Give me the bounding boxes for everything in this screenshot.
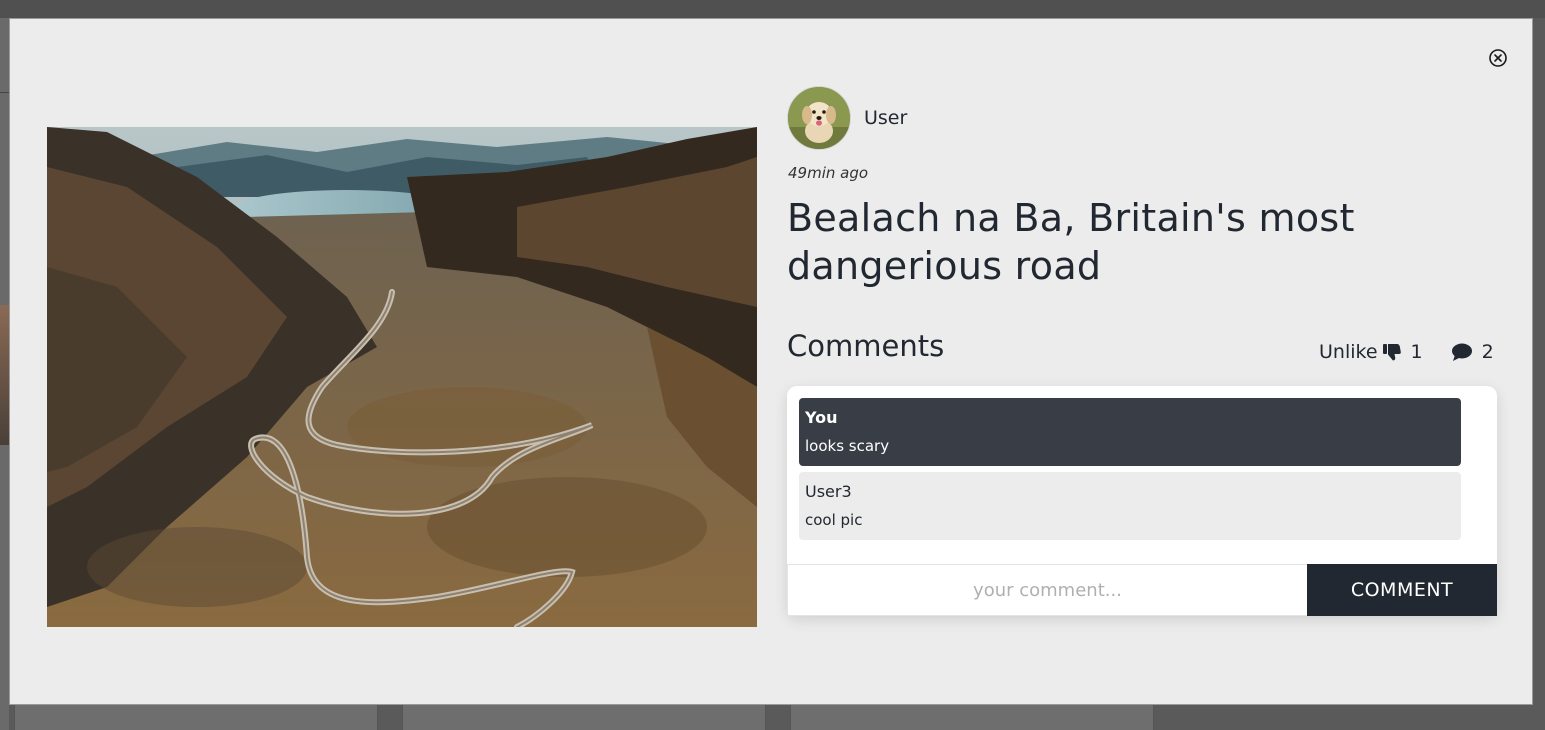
background-thumbnail	[0, 305, 9, 445]
puppy-avatar-image	[788, 87, 850, 149]
like-count: 1	[1410, 341, 1423, 363]
comment-author: User3	[805, 482, 852, 501]
comment-form: COMMENT	[787, 564, 1497, 616]
comment-text: looks scary	[805, 437, 890, 455]
thumbs-down-icon	[1382, 342, 1402, 362]
post-author: User	[787, 86, 907, 150]
comment-text: cool pic	[805, 511, 863, 529]
comment-item: User3 cool pic	[799, 472, 1461, 540]
close-button[interactable]	[1489, 49, 1507, 67]
post-photo	[47, 127, 757, 627]
post-timestamp: 49min ago	[788, 164, 869, 182]
comment-submit-button[interactable]: COMMENT	[1307, 564, 1497, 616]
background-divider	[0, 92, 9, 93]
post-modal: User 49min ago Bealach na Ba, Britain's …	[9, 18, 1533, 705]
comment-count: 2	[1481, 341, 1494, 363]
comment-bubble-icon	[1451, 342, 1473, 362]
background-card	[790, 705, 1154, 730]
comment-list: You looks scary User3 cool pic	[799, 398, 1461, 546]
comment-author: You	[805, 408, 838, 427]
post-reactions: Unlike 1 2	[1319, 341, 1494, 363]
comments-heading: Comments	[787, 329, 945, 363]
comments-panel: You looks scary User3 cool pic COMMENT	[787, 386, 1497, 616]
background-page-top	[0, 0, 1545, 18]
unlike-button[interactable]: Unlike	[1319, 341, 1402, 363]
comment-input[interactable]	[787, 564, 1307, 616]
unlike-label: Unlike	[1319, 341, 1378, 363]
author-name[interactable]: User	[864, 107, 907, 129]
background-card	[402, 705, 766, 730]
post-title: Bealach na Ba, Britain's most dangerious…	[787, 196, 1355, 288]
comment-item: You looks scary	[799, 398, 1461, 466]
background-card	[14, 705, 378, 730]
avatar[interactable]	[787, 86, 851, 150]
close-circle-icon	[1489, 49, 1507, 67]
